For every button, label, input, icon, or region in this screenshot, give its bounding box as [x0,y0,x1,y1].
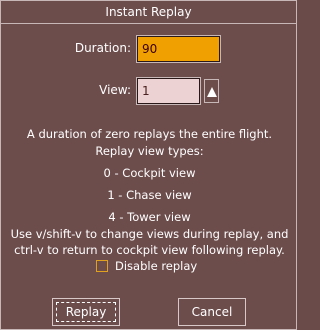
help-keys-text-2: ctrl-v to return to cockpit view followi… [14,243,285,257]
view-increment-button[interactable] [204,79,219,103]
instant-replay-dialog: Instant Replay Duration: 90 View: 1 A du… [0,0,297,330]
triangle-up-icon [207,87,217,97]
disable-replay-checkbox[interactable] [96,260,108,272]
focus-ring [56,302,116,322]
replay-button[interactable]: Replay [52,298,120,326]
disable-replay-label[interactable]: Disable replay [115,259,197,273]
help-view-types-heading: Replay view types: [95,144,204,158]
duration-label: Duration: [74,41,131,55]
view-label: View: [99,83,131,97]
dialog-title: Instant Replay [1,1,296,24]
help-duration-text: A duration of zero replays the entire fl… [26,127,273,141]
cancel-button[interactable]: Cancel [178,298,246,326]
help-view-4: 4 - Tower view [108,210,191,224]
help-view-1: 1 - Chase view [107,188,192,202]
help-keys-text-1: Use v/shift-v to change views during rep… [10,227,289,241]
help-view-0: 0 - Cockpit view [103,166,196,180]
duration-input[interactable]: 90 [136,35,221,63]
view-input[interactable]: 1 [136,77,201,105]
